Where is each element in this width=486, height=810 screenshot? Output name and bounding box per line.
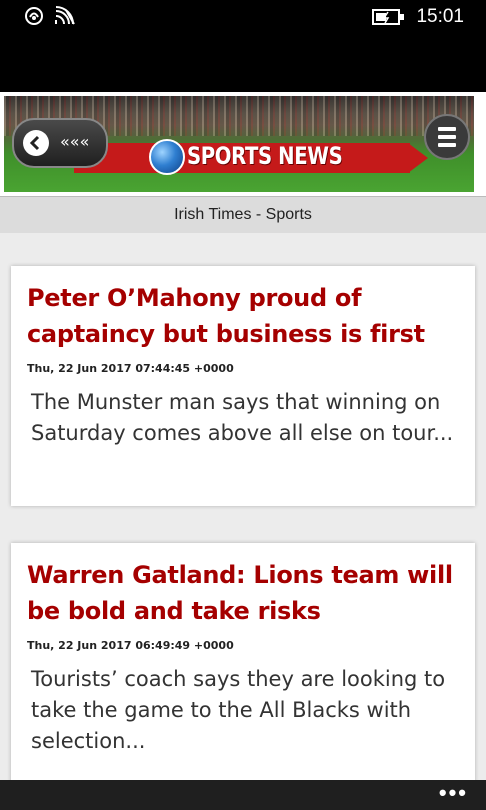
- menu-button[interactable]: [424, 114, 470, 160]
- app-logo-text: SPORTS NEWS: [187, 142, 343, 170]
- article-date: Thu, 22 Jun 2017 07:44:45 +0000: [27, 362, 234, 375]
- more-options-button[interactable]: •••: [439, 780, 468, 810]
- article-card[interactable]: Peter O’Mahony proud of captaincy but bu…: [11, 266, 475, 506]
- clock: 15:01: [416, 6, 464, 27]
- app-bar: •••: [0, 780, 486, 810]
- brand-stripe-tip: [408, 143, 428, 173]
- article-summary: Tourists’ coach says they are looking to…: [31, 667, 446, 753]
- back-arrow-icon: [23, 130, 49, 156]
- back-button[interactable]: «««: [12, 118, 108, 168]
- globe-icon: [149, 139, 185, 175]
- feed-source-title: Irish Times - Sports: [0, 196, 486, 233]
- header-banner-image: SPORTS NEWS «««: [4, 96, 474, 192]
- app-header: SPORTS NEWS «««: [0, 92, 486, 196]
- article-card[interactable]: Warren Gatland: Lions team will be bold …: [11, 543, 475, 803]
- nfc-icon: [24, 6, 44, 31]
- article-date: Thu, 22 Jun 2017 06:49:49 +0000: [27, 639, 234, 652]
- hamburger-icon-line: [438, 135, 456, 139]
- article-title[interactable]: Warren Gatland: Lions team will be bold …: [27, 557, 459, 629]
- signal-icon: [54, 6, 76, 31]
- hamburger-icon: [438, 127, 456, 131]
- back-button-label: «««: [60, 132, 90, 151]
- battery-charging-icon: [372, 8, 406, 31]
- status-bar: 15:01: [0, 0, 486, 34]
- title-band: [0, 34, 486, 92]
- hamburger-icon-line: [438, 143, 456, 147]
- article-summary: The Munster man says that winning on Sat…: [31, 390, 454, 445]
- article-title[interactable]: Peter O’Mahony proud of captaincy but bu…: [27, 280, 459, 352]
